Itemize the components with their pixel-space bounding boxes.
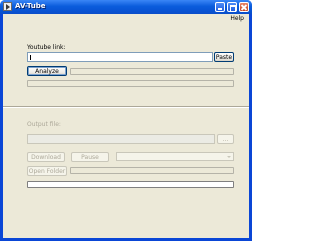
menu-help[interactable]: Help bbox=[230, 15, 244, 22]
close-button[interactable] bbox=[239, 2, 249, 12]
app-window: AV-Tube Help Youtube link: Paste Analyze… bbox=[0, 0, 252, 241]
analyze-progress-bar bbox=[70, 68, 234, 75]
window-title: AV-Tube bbox=[15, 2, 46, 10]
download-progress-bar bbox=[70, 167, 234, 174]
minimize-button[interactable] bbox=[215, 2, 225, 12]
text-caret bbox=[30, 55, 31, 60]
app-play-icon[interactable] bbox=[3, 2, 12, 11]
bottom-edge bbox=[3, 235, 249, 238]
youtube-link-input[interactable] bbox=[27, 52, 213, 62]
maximize-button[interactable] bbox=[227, 2, 237, 12]
youtube-link-label: Youtube link: bbox=[27, 44, 66, 51]
title-bar[interactable]: AV-Tube bbox=[0, 0, 252, 14]
chevron-down-icon[interactable] bbox=[225, 153, 233, 160]
paste-button[interactable]: Paste bbox=[214, 52, 234, 62]
status-progress-bar bbox=[27, 80, 234, 87]
output-file-label: Output file: bbox=[27, 121, 61, 128]
pause-button[interactable]: Pause bbox=[71, 152, 109, 162]
client-area: Help Youtube link: Paste Analyze Output … bbox=[3, 14, 249, 238]
browse-button[interactable]: ... bbox=[217, 134, 234, 144]
menu-bar: Help bbox=[3, 14, 249, 23]
download-button[interactable]: Download bbox=[27, 152, 65, 162]
open-folder-button[interactable]: Open Folder bbox=[27, 166, 67, 176]
section-divider bbox=[3, 106, 249, 108]
analyze-button[interactable]: Analyze bbox=[27, 66, 67, 76]
download-status-bar bbox=[27, 181, 234, 188]
output-file-input[interactable] bbox=[27, 134, 215, 144]
format-select[interactable] bbox=[116, 152, 234, 161]
